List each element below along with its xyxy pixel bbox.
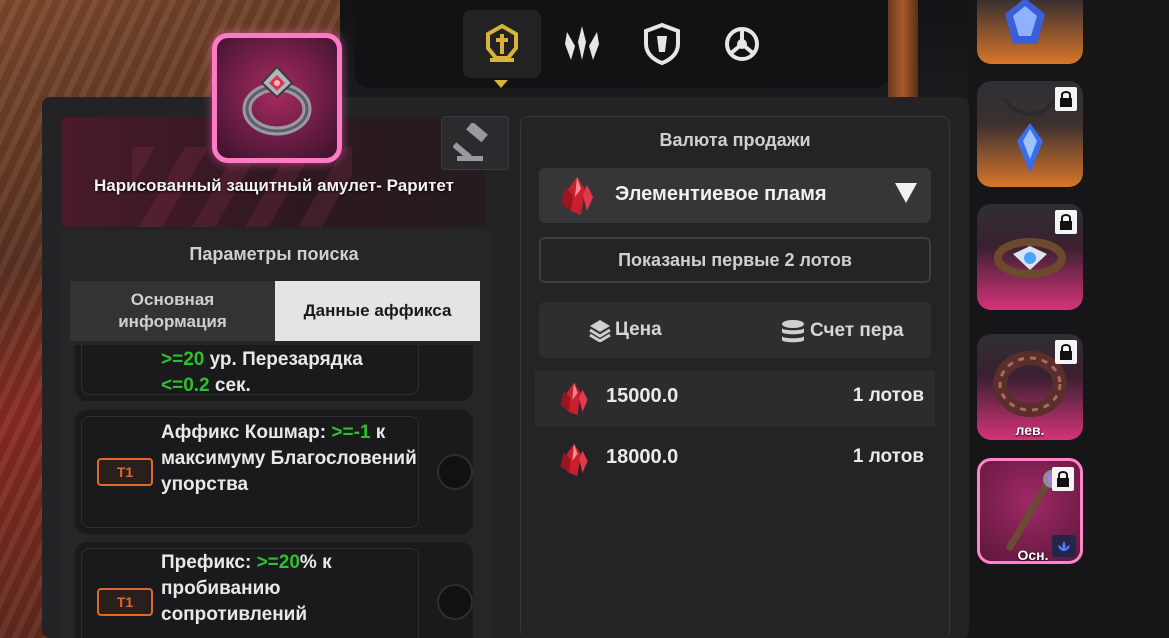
tab-armor[interactable] [623, 10, 701, 78]
coins-icon [782, 320, 804, 343]
item-title: Нарисованный защитный амулет- Раритет [94, 176, 454, 195]
shield-icon [644, 22, 680, 66]
lock-icon [1055, 340, 1077, 364]
currency-name: Элементиевое пламя [615, 183, 827, 205]
results-info: Показаны первые 2 лотов [539, 237, 931, 283]
slot-label: лев. [1015, 422, 1045, 438]
affix-text: Префикс: >=20% к пробиванию сопротивлени… [161, 552, 332, 625]
crystal-amulet-icon [1005, 0, 1045, 44]
lock-icon [1052, 467, 1074, 491]
tab-helmet[interactable] [463, 10, 541, 78]
gavel-icon [453, 123, 488, 161]
slot-label: Осн. [1017, 547, 1049, 563]
currency-dropdown[interactable]: Элементиевое пламя [539, 168, 931, 223]
search-params-title: Параметры поиска [189, 244, 359, 264]
winged-belt-icon [994, 238, 1066, 278]
inventory-slot-selected[interactable]: Осн. [977, 458, 1083, 564]
wood-pillar [888, 0, 918, 110]
listing-row[interactable]: 18000.0 1 лотов [535, 431, 935, 487]
tab-affix-data-label: Данные аффикса [303, 301, 452, 320]
results-info-text: Показаны первые 2 лотов [618, 249, 852, 270]
currency-title: Валюта продажи [659, 130, 811, 150]
column-count-label: Счет пера [810, 320, 904, 341]
sort-price[interactable]: Цена [589, 318, 662, 342]
lock-icon [1055, 87, 1077, 111]
listing-price: 15000.0 [606, 385, 679, 407]
inventory-slot[interactable] [977, 81, 1083, 187]
inventory-slot[interactable] [977, 0, 1083, 64]
layers-icon [589, 320, 611, 342]
affix-card[interactable]: >=20 ур. Перезарядка <=0.2 сек. [75, 345, 473, 401]
listing-price: 18000.0 [606, 446, 679, 468]
ring-icon [242, 65, 312, 136]
listing-lots: 1 лотов [852, 446, 924, 467]
category-tabs [355, 0, 888, 88]
tier-badge: T1 [97, 588, 153, 616]
listing-table-header: Цена Счет пера [539, 302, 931, 358]
auction-button[interactable] [441, 116, 509, 170]
helmet-icon [486, 23, 518, 62]
tab-affix-data[interactable]: Данные аффикса [275, 281, 480, 341]
tier-badge: T1 [97, 458, 153, 486]
inventory-slot[interactable] [977, 204, 1083, 310]
column-price-label: Цена [615, 319, 662, 340]
affix-card[interactable]: T1 Аффикс Кошмар: >=-1 к максимуму Благо… [75, 410, 473, 534]
inventory-slot[interactable]: лев. [977, 334, 1083, 440]
tab-accessories[interactable] [703, 10, 781, 78]
tab-weapons[interactable] [543, 10, 621, 78]
blue-pendant-icon [1003, 97, 1057, 173]
affix-select-radio[interactable] [437, 454, 473, 490]
affix-card[interactable]: T1 Префикс: >=20% к пробиванию сопротивл… [75, 542, 473, 638]
item-icon-frame[interactable] [212, 33, 342, 163]
listing-lots: 1 лотов [852, 385, 924, 406]
crosshair-icon [725, 27, 759, 61]
lock-icon [1055, 210, 1077, 234]
chevron-down-icon [895, 183, 917, 203]
blades-icon [565, 26, 599, 60]
ember-gem-icon [560, 443, 588, 477]
affix-select-radio[interactable] [437, 584, 473, 620]
listing-row[interactable]: 15000.0 1 лотов [535, 370, 935, 426]
tab-basic-info-label: Основная информация [118, 290, 227, 331]
ember-gem-icon [561, 177, 593, 215]
affix-list[interactable]: >=20 ур. Перезарядка <=0.2 сек. T1 Аффик… [70, 345, 476, 638]
ember-gem-icon [560, 382, 588, 416]
affix-text: Аффикс Кошмар: >=-1 к максимуму Благосло… [161, 422, 417, 495]
tab-basic-info[interactable]: Основная информация [70, 281, 275, 341]
active-tab-indicator [494, 80, 508, 88]
sort-count[interactable]: Счет пера [780, 318, 904, 344]
affix-text: >=20 ур. Перезарядка <=0.2 сек. [161, 349, 363, 396]
